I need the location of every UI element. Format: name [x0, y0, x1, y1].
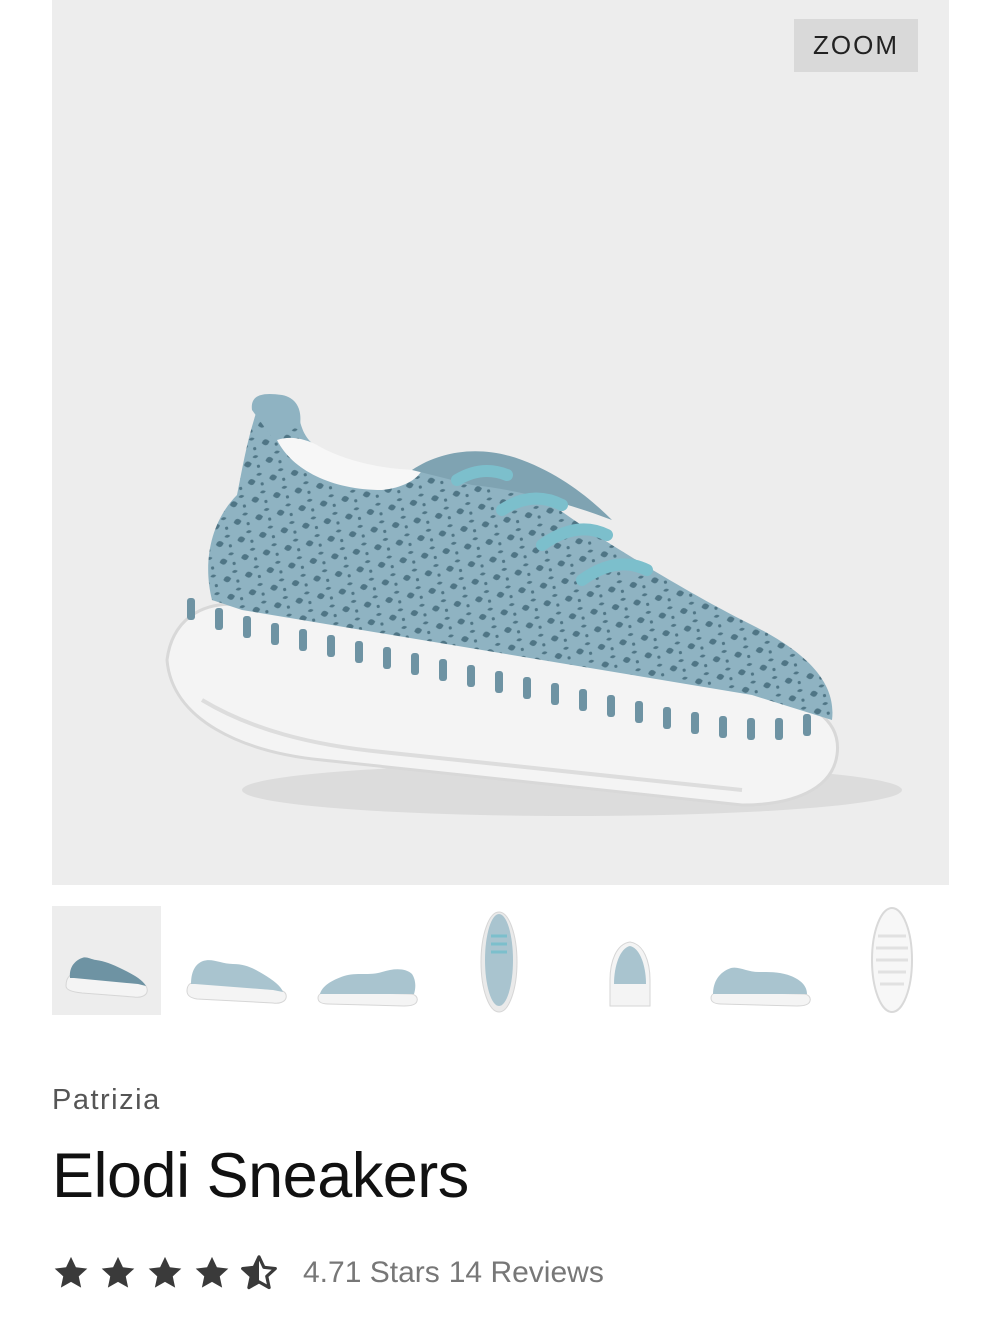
sneaker-thumbnail-image: [871, 907, 913, 1013]
rating-summary[interactable]: 4.71 Stars 14 Reviews: [52, 1250, 604, 1296]
star-rating: [52, 1254, 287, 1292]
product-page: ZOOM Patrizia Elodi Sneakers 4.71 Stars …: [0, 0, 1000, 1333]
sneaker-thumbnail-image: [317, 969, 418, 1007]
product-title: Elodi Sneakers: [52, 1141, 469, 1211]
sneaker-thumbnail-image: [609, 941, 651, 1007]
star-full-icon: [195, 1256, 229, 1288]
thumbnail-7[interactable]: [838, 906, 947, 1015]
rating-stars-label: 4.71 Stars: [303, 1256, 440, 1289]
sneaker-image: [165, 393, 902, 816]
zoom-button[interactable]: ZOOM: [794, 19, 918, 72]
star-full-icon: [54, 1256, 88, 1288]
thumbnail-5[interactable]: [576, 906, 685, 1015]
star-full-icon: [101, 1256, 135, 1288]
thumbnail-2[interactable]: [183, 906, 292, 1015]
brand-name[interactable]: Patrizia: [52, 1080, 161, 1120]
sneaker-thumbnail-image: [186, 960, 287, 1004]
rating-text: 4.71 Stars 14 Reviews: [303, 1256, 604, 1290]
star-half-icon: [241, 1255, 277, 1290]
sneaker-thumbnail-image: [710, 967, 811, 1007]
sneaker-thumbnail-image: [65, 957, 148, 998]
main-product-image[interactable]: ZOOM: [52, 0, 949, 885]
thumbnail-4[interactable]: [445, 906, 554, 1015]
thumbnail-1[interactable]: [52, 906, 161, 1015]
thumbnail-3[interactable]: [314, 906, 423, 1015]
star-full-icon: [148, 1256, 182, 1288]
thumbnail-6[interactable]: [707, 906, 816, 1015]
reviews-count-link[interactable]: 14 Reviews: [449, 1256, 604, 1290]
thumbnail-strip: [52, 906, 949, 1015]
sneaker-thumbnail-image: [480, 911, 518, 1013]
